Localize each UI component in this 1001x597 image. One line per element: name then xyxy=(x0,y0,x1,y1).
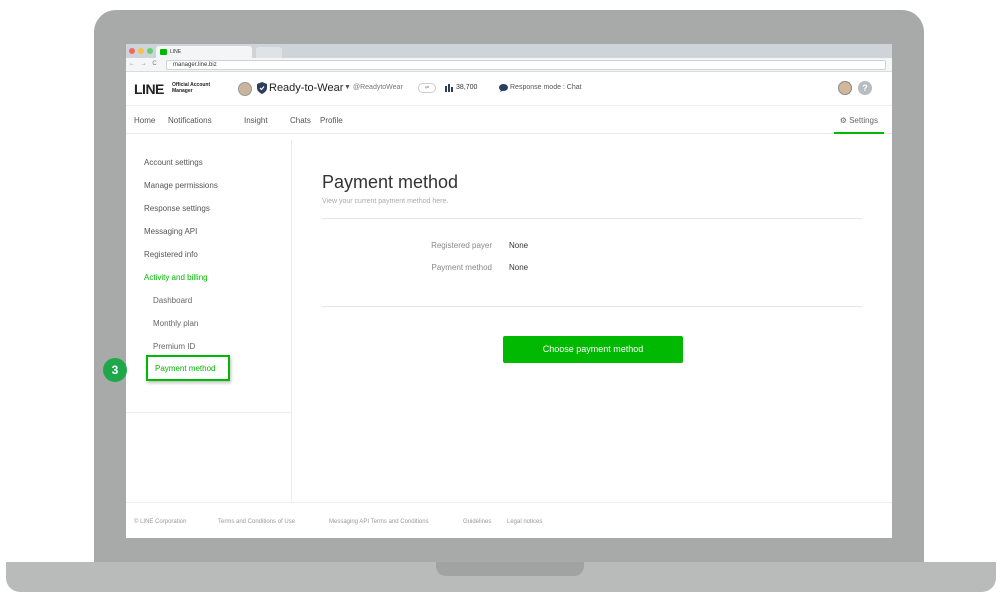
shield-icon xyxy=(257,82,267,94)
sidebar-item-manage-permissions[interactable]: Manage permissions xyxy=(144,181,218,190)
nav-settings[interactable]: ⚙ Settings xyxy=(833,106,884,134)
registered-payer-value: None xyxy=(509,241,529,250)
friends-icon xyxy=(445,84,453,92)
sidebar-item-response-settings[interactable]: Response settings xyxy=(144,204,210,213)
footer-link-guidelines[interactable]: Guidelines xyxy=(463,519,491,525)
browser-tab-label: LINE xyxy=(170,49,182,55)
sidebar-item-registered-info[interactable]: Registered info xyxy=(144,250,198,259)
divider xyxy=(322,306,862,307)
footer-link-api-terms[interactable]: Messaging API Terms and Conditions xyxy=(329,519,429,525)
url-input[interactable]: manager.line.biz xyxy=(166,60,886,70)
switch-tag[interactable]: ⇄ xyxy=(418,83,436,93)
payment-method-value: None xyxy=(509,263,529,272)
account-name[interactable]: Ready-to-Wear xyxy=(269,82,343,94)
browser-nav-arrows-icon[interactable]: ← → C xyxy=(129,61,159,67)
minimize-dot-icon[interactable] xyxy=(138,48,144,54)
sidebar-item-payment-method[interactable]: Payment method xyxy=(146,355,230,381)
sidebar-item-messaging-api[interactable]: Messaging API xyxy=(144,227,197,236)
user-avatar[interactable] xyxy=(838,81,852,95)
close-dot-icon[interactable] xyxy=(129,48,135,54)
sidebar: Account settings Manage permissions Resp… xyxy=(126,140,292,502)
browser-tabbar: LINE xyxy=(126,44,892,58)
sidebar-item-premium-id[interactable]: Premium ID xyxy=(153,342,195,351)
payment-method-label: Payment method xyxy=(431,263,492,272)
chat-bubble-icon xyxy=(499,84,508,92)
nav-home[interactable]: Home xyxy=(134,116,155,125)
sidebar-divider xyxy=(126,412,292,413)
laptop-notch xyxy=(436,562,584,576)
maximize-dot-icon[interactable] xyxy=(147,48,153,54)
footer-link-legal[interactable]: Legal notices xyxy=(507,519,542,525)
registered-payer-label: Registered payer xyxy=(431,241,492,250)
new-tab-button[interactable] xyxy=(256,47,282,58)
response-mode[interactable]: Response mode : Chat xyxy=(510,84,582,91)
sidebar-item-dashboard[interactable]: Dashboard xyxy=(153,296,192,305)
friends-count: 38,700 xyxy=(456,84,478,91)
nav-insight[interactable]: Insight xyxy=(244,116,268,125)
browser-tab[interactable]: LINE xyxy=(156,46,252,58)
nav-profile[interactable]: Profile xyxy=(320,116,343,125)
footer-link-terms[interactable]: Terms and Conditions of Use xyxy=(218,519,295,525)
top-nav: Home Notifications Insight Chats Profile… xyxy=(126,106,892,134)
footer-copyright: © LINE Corporation xyxy=(134,519,187,525)
nav-chats[interactable]: Chats xyxy=(290,116,311,125)
nav-notifications[interactable]: Notifications xyxy=(168,116,212,125)
step-badge: 3 xyxy=(103,358,127,382)
sidebar-item-account-settings[interactable]: Account settings xyxy=(144,158,203,167)
line-favicon-icon xyxy=(160,49,167,55)
sidebar-section-activity-billing[interactable]: Activity and billing xyxy=(144,273,208,282)
browser-urlbar: ← → C manager.line.biz xyxy=(126,58,892,72)
page-title: Payment method xyxy=(322,172,459,192)
app-header: LINE Official Account Manager Ready-to-W… xyxy=(126,72,892,106)
account-avatar[interactable] xyxy=(238,82,252,96)
sidebar-item-label: Payment method xyxy=(155,364,216,373)
logo-sub-line2: Manager xyxy=(172,88,193,94)
stage: LINE ← → C manager.line.biz LINE Officia… xyxy=(0,0,1001,597)
main-content: Payment method View your current payment… xyxy=(292,140,892,502)
logo-subtitle: Official Account Manager xyxy=(172,82,210,94)
help-icon[interactable]: ? xyxy=(858,81,872,95)
chevron-down-icon[interactable]: ▼ xyxy=(344,84,351,91)
choose-payment-method-button[interactable]: Choose payment method xyxy=(503,336,683,363)
line-logo[interactable]: LINE xyxy=(134,81,164,97)
divider xyxy=(322,218,862,219)
sidebar-item-monthly-plan[interactable]: Monthly plan xyxy=(153,319,198,328)
footer: © LINE Corporation Terms and Conditions … xyxy=(126,502,892,538)
account-id: @ReadytoWear xyxy=(353,84,403,91)
laptop-screen: LINE ← → C manager.line.biz LINE Officia… xyxy=(126,44,892,538)
page-subtitle: View your current payment method here. xyxy=(322,198,449,205)
